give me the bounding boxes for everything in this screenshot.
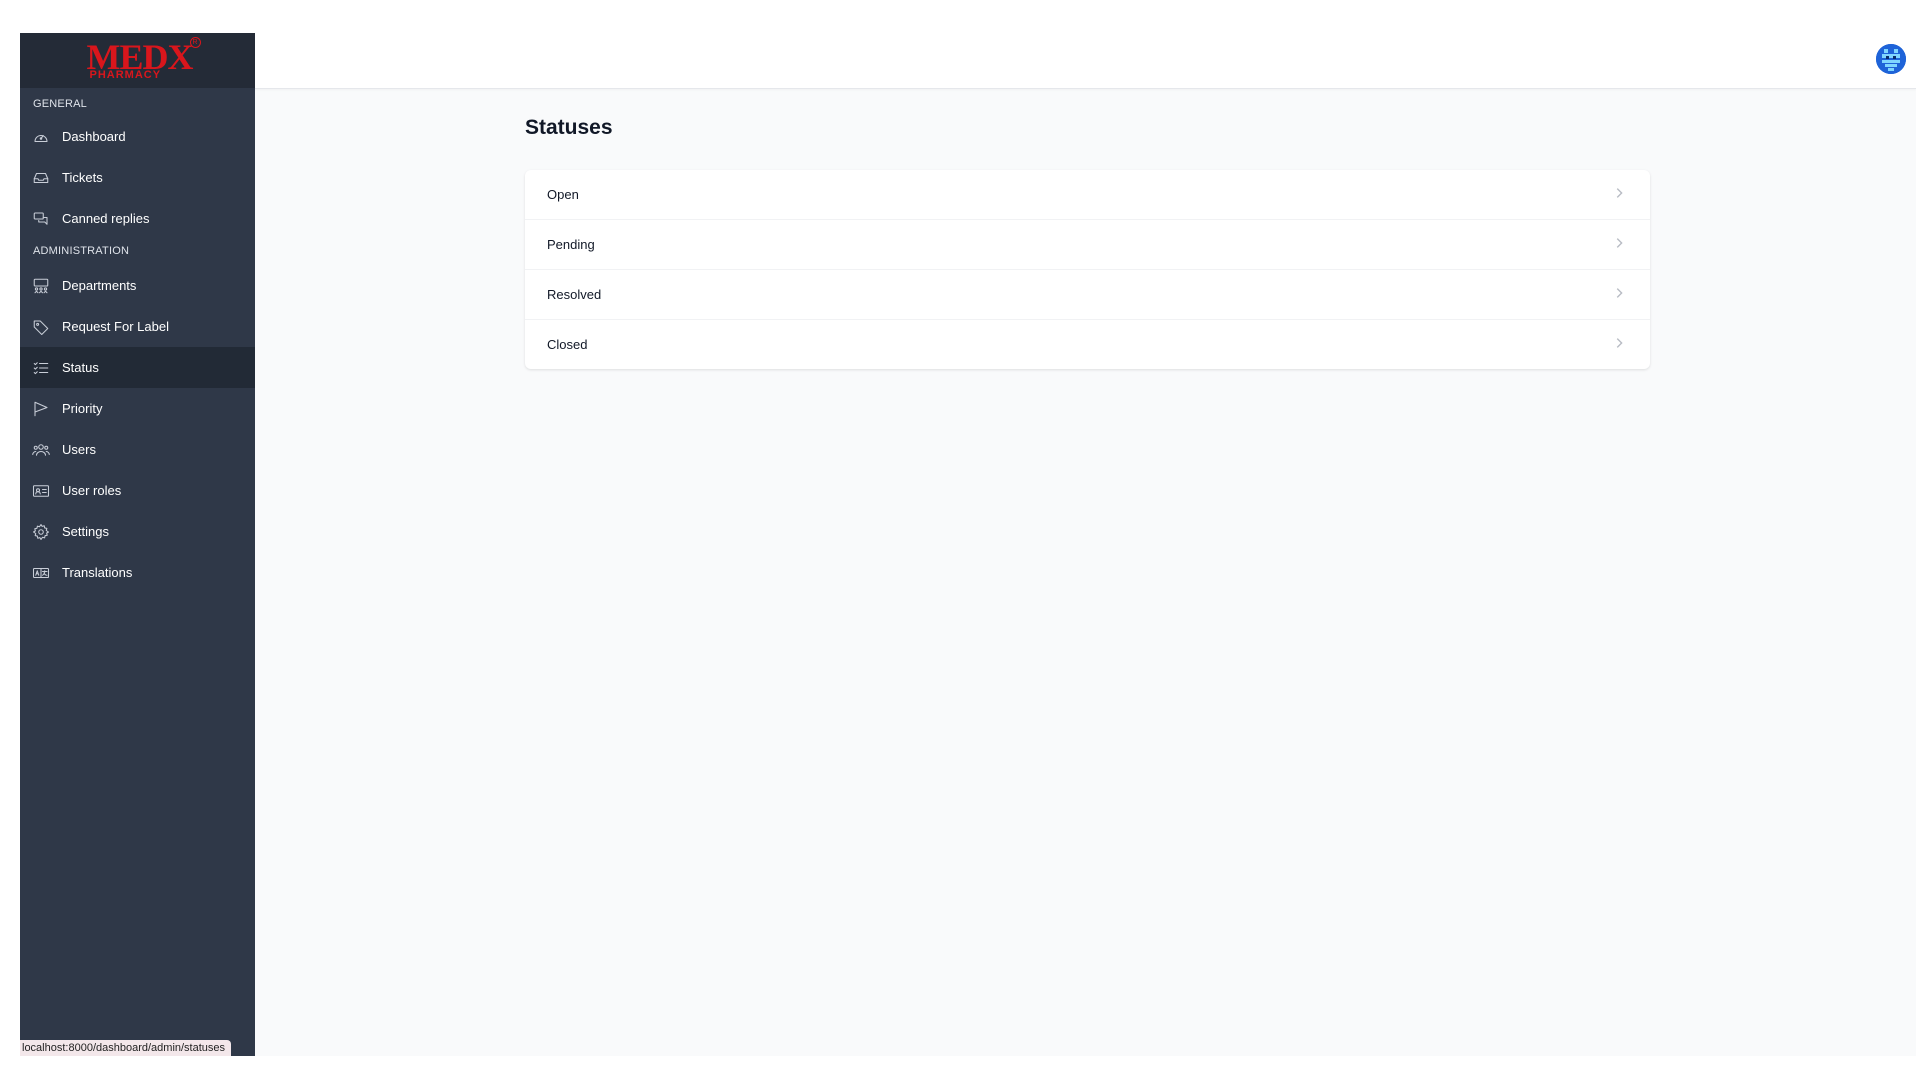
chat-bubbles-icon bbox=[32, 210, 50, 228]
status-bar-url: localhost:8000/dashboard/admin/statuses bbox=[20, 1040, 232, 1056]
chevron-right-icon bbox=[1612, 286, 1626, 303]
list-check-icon bbox=[32, 359, 50, 377]
page-title: Statuses bbox=[525, 116, 613, 139]
dashboard-gauge-icon bbox=[32, 128, 50, 146]
sidebar: MEDX PHARMACY R GENERAL Dashboard Ticket… bbox=[20, 33, 255, 1056]
flag-icon bbox=[32, 400, 50, 418]
status-row-open[interactable]: Open bbox=[525, 170, 1650, 220]
status-label: Closed bbox=[547, 337, 588, 352]
sidebar-item-status[interactable]: Status bbox=[20, 347, 255, 388]
sidebar-item-label: Users bbox=[62, 442, 96, 457]
top-bar bbox=[255, 33, 1916, 89]
status-row-pending[interactable]: Pending bbox=[525, 220, 1650, 270]
users-icon bbox=[32, 441, 50, 459]
registered-mark: R bbox=[189, 36, 201, 48]
app-window: MEDX PHARMACY R GENERAL Dashboard Ticket… bbox=[20, 33, 1916, 1056]
sidebar-item-user-roles[interactable]: User roles bbox=[20, 470, 255, 511]
section-label-general: GENERAL bbox=[33, 98, 87, 110]
departments-icon bbox=[32, 277, 50, 295]
status-label: Pending bbox=[547, 237, 595, 252]
chevron-right-icon bbox=[1612, 186, 1626, 203]
user-avatar-icon[interactable] bbox=[1876, 44, 1906, 74]
sidebar-item-label: Request For Label bbox=[62, 319, 169, 334]
id-card-icon bbox=[32, 482, 50, 500]
sidebar-item-label: User roles bbox=[62, 483, 122, 498]
sidebar-item-label: Departments bbox=[62, 278, 137, 293]
translate-icon bbox=[32, 564, 50, 582]
status-label: Resolved bbox=[547, 287, 602, 302]
sidebar-item-settings[interactable]: Settings bbox=[20, 511, 255, 552]
status-list: Open Pending Resolved Closed bbox=[525, 170, 1650, 369]
sidebar-item-priority[interactable]: Priority bbox=[20, 388, 255, 429]
sidebar-item-label: Translations bbox=[62, 565, 133, 580]
logo-sub-text: PHARMACY bbox=[89, 68, 162, 81]
sidebar-item-label: Status bbox=[62, 360, 99, 375]
logo-bar: MEDX PHARMACY R bbox=[20, 33, 255, 88]
sidebar-item-dashboard[interactable]: Dashboard bbox=[20, 116, 255, 157]
chevron-right-icon bbox=[1612, 336, 1626, 353]
sidebar-item-users[interactable]: Users bbox=[20, 429, 255, 470]
status-row-resolved[interactable]: Resolved bbox=[525, 270, 1650, 320]
sidebar-item-tickets[interactable]: Tickets bbox=[20, 157, 255, 198]
chevron-right-icon bbox=[1612, 236, 1626, 253]
status-label: Open bbox=[547, 187, 579, 202]
sidebar-item-request-for-label[interactable]: Request For Label bbox=[20, 306, 255, 347]
sidebar-item-label: Dashboard bbox=[62, 129, 126, 144]
sidebar-item-label: Canned replies bbox=[62, 211, 150, 226]
gear-icon bbox=[32, 523, 50, 541]
status-row-closed[interactable]: Closed bbox=[525, 320, 1650, 369]
sidebar-item-translations[interactable]: Translations bbox=[20, 552, 255, 593]
sidebar-item-canned-replies[interactable]: Canned replies bbox=[20, 198, 255, 239]
sidebar-item-label: Settings bbox=[62, 524, 109, 539]
inbox-icon bbox=[32, 169, 50, 187]
medx-logo[interactable]: MEDX PHARMACY R bbox=[73, 36, 203, 85]
sidebar-item-departments[interactable]: Departments bbox=[20, 265, 255, 306]
section-label-administration: ADMINISTRATION bbox=[33, 245, 130, 257]
sidebar-item-label: Priority bbox=[62, 401, 103, 416]
tag-icon bbox=[32, 318, 50, 336]
sidebar-item-label: Tickets bbox=[62, 170, 103, 185]
